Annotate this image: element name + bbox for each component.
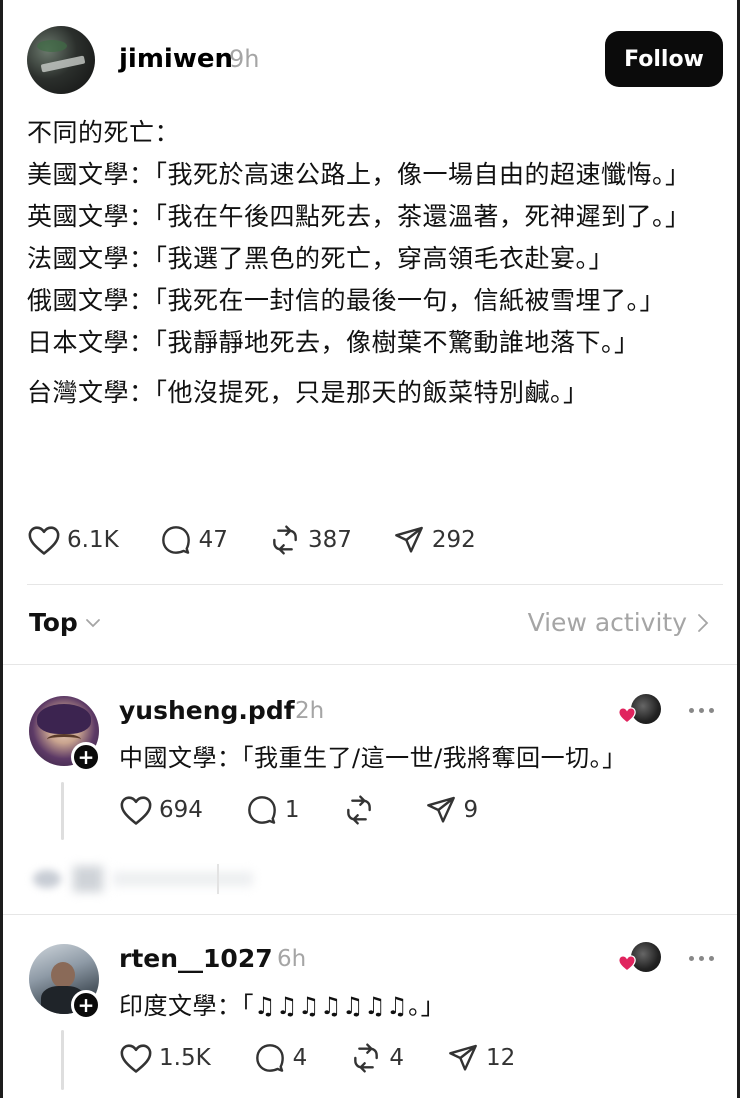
reply-actions: 1.5K 4 4 12 xyxy=(119,1042,555,1074)
like-button[interactable]: 694 xyxy=(119,794,203,826)
post-timestamp: 9h xyxy=(229,45,260,73)
share-button[interactable]: 9 xyxy=(424,794,479,826)
post-text-line: 法國文學：「我選了黑色的死亡，穿高領毛衣赴宴。」 xyxy=(27,244,615,273)
repost-icon xyxy=(346,795,371,825)
author-liked-indicator xyxy=(617,942,661,974)
author-username[interactable]: jimiwen xyxy=(119,44,233,74)
chevron-right-icon xyxy=(698,613,709,632)
author-liked-indicator xyxy=(617,694,661,726)
reply-timestamp: 2h xyxy=(295,698,325,724)
post-text-line: 台灣文學：「他沒提死，只是那天的飯菜特別鹹。」 xyxy=(27,378,589,407)
post-text-line: 英國文學：「我在午後四點死去，茶還溫著，死神遲到了。」 xyxy=(27,202,691,231)
like-count: 694 xyxy=(159,797,203,823)
post-header: jimiwen 9h Follow xyxy=(27,26,723,94)
repost-button[interactable] xyxy=(342,794,382,826)
reply-actions: 694 1 9 xyxy=(119,794,518,826)
post-text-line: 不同的死亡： xyxy=(27,118,181,147)
more-dots-icon[interactable] xyxy=(689,708,714,713)
post-text-line: 日本文學：「我靜靜地死去，像樹葉不驚動誰地落下。」 xyxy=(27,328,640,357)
thread-line xyxy=(61,1030,64,1090)
sort-dropdown[interactable]: Top xyxy=(29,608,102,637)
more-dots-icon[interactable] xyxy=(689,956,714,961)
reply-username[interactable]: yusheng.pdf xyxy=(119,696,295,725)
chevron-down-icon xyxy=(85,618,100,627)
sort-label: Top xyxy=(29,608,78,637)
comment-button[interactable]: 47 xyxy=(159,524,228,556)
repost-button[interactable]: 4 xyxy=(349,1042,404,1074)
reply-username[interactable]: rten__1027 xyxy=(119,944,273,973)
comment-bubble-icon xyxy=(161,526,190,554)
post-actions: 6.1K 47 387 292 xyxy=(27,524,516,556)
reply-text: 中國文學：「我重生了/這一世/我將奪回一切。」 xyxy=(119,744,627,772)
share-count: 292 xyxy=(431,527,476,553)
repost-icon xyxy=(354,1043,379,1073)
share-count: 12 xyxy=(485,1045,516,1071)
comment-bubble-icon xyxy=(248,796,276,824)
divider xyxy=(3,664,737,665)
follow-button[interactable]: Follow xyxy=(605,31,723,87)
post-body: 不同的死亡： 美國文學：「我死於高速公路上，像一場自由的超速懺悔。」 英國文學：… xyxy=(27,112,717,414)
hidden-replies-preview[interactable] xyxy=(33,862,273,896)
post-text-line: 美國文學：「我死於高速公路上，像一場自由的超速懺悔。」 xyxy=(27,160,691,189)
share-arrow-icon xyxy=(426,796,455,823)
post-text-line: 俄國文學：「我死在一封信的最後一句，信紙被雪埋了。」 xyxy=(27,286,666,315)
plus-icon[interactable]: + xyxy=(71,742,101,772)
comment-count: 47 xyxy=(198,527,228,553)
view-activity-label: View activity xyxy=(527,608,687,637)
heart-icon xyxy=(618,955,636,972)
share-arrow-icon xyxy=(394,526,423,553)
threads-post-screen: jimiwen 9h Follow 不同的死亡： 美國文學：「我死於高速公路上，… xyxy=(0,0,740,1098)
repost-icon xyxy=(273,525,297,555)
thread-line xyxy=(61,782,64,840)
view-activity-link[interactable]: View activity xyxy=(528,608,709,637)
comment-bubble-icon xyxy=(255,1044,284,1072)
share-button[interactable]: 292 xyxy=(392,524,476,556)
divider xyxy=(3,914,737,915)
author-avatar[interactable] xyxy=(27,26,95,94)
repost-count: 387 xyxy=(307,527,352,553)
comment-button[interactable]: 4 xyxy=(253,1042,308,1074)
like-button[interactable]: 1.5K xyxy=(119,1042,211,1074)
share-arrow-icon xyxy=(449,1044,477,1071)
divider xyxy=(27,584,723,585)
comment-count: 1 xyxy=(284,797,300,823)
like-button[interactable]: 6.1K xyxy=(27,524,119,556)
heart-icon xyxy=(28,526,60,555)
heart-icon xyxy=(120,1044,152,1073)
comment-count: 4 xyxy=(292,1045,308,1071)
heart-icon xyxy=(120,796,152,825)
heart-icon xyxy=(618,707,636,724)
like-count: 1.5K xyxy=(159,1045,211,1071)
share-button[interactable]: 12 xyxy=(446,1042,515,1074)
share-count: 9 xyxy=(463,797,479,823)
like-count: 6.1K xyxy=(67,527,119,553)
repost-button[interactable]: 387 xyxy=(268,524,352,556)
reply-text: 印度文學：「♫♫♫♫♫♫♫。」 xyxy=(119,992,446,1020)
repost-count: 4 xyxy=(389,1045,404,1071)
reply-timestamp: 6h xyxy=(277,946,307,972)
plus-icon[interactable]: + xyxy=(71,990,101,1020)
comment-button[interactable]: 1 xyxy=(245,794,300,826)
